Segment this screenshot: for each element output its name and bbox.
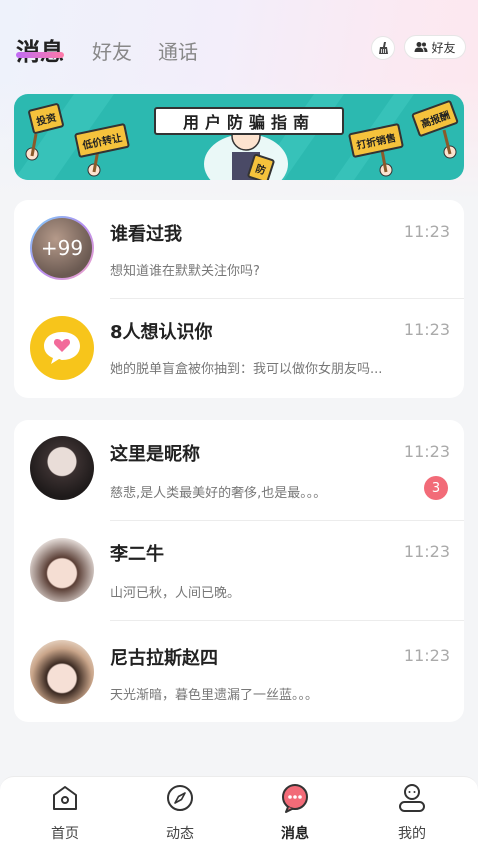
chat-time: 11:23 [403, 542, 450, 561]
nav-profile[interactable]: 我的 [372, 783, 452, 845]
friends-button[interactable]: 好友 [404, 35, 466, 59]
users-icon [414, 42, 428, 52]
visitor-count: +99 [40, 236, 84, 260]
nav-label: 我的 [398, 826, 426, 842]
nav-home[interactable]: 首页 [25, 783, 105, 845]
list-item-visitors[interactable]: +99 谁看过我 想知道谁在默默关注你吗? 11:23 [14, 200, 464, 300]
list-item-matches[interactable]: 8人想认识你 她的脱单盲盒被你抽到：我可以做你女朋友吗... 11:23 [14, 298, 464, 398]
tab-calls[interactable]: 通话 [158, 36, 198, 65]
nav-label: 动态 [166, 826, 194, 842]
chat-list-card: 这里是昵称 慈悲,是人类最美好的奢侈,也是最。。。 11:23 3 李二牛 山河… [14, 420, 464, 722]
chat-name: 尼古拉斯赵四 [110, 648, 218, 669]
avatar [30, 436, 94, 500]
chat-item[interactable]: 尼古拉斯赵四 天光渐暗，暮色里遗漏了一丝蓝。。。 11:23 [14, 620, 464, 720]
row-subtitle: 想知道谁在默默关注你吗? [110, 264, 260, 279]
nav-messages[interactable]: 消息 [255, 783, 335, 845]
home-icon [53, 786, 77, 810]
banner-title: 用户防骗指南 [154, 107, 344, 135]
divider [110, 620, 464, 621]
bottom-nav: 首页 动态 消息 我的 [0, 776, 478, 850]
clear-messages-button[interactable] [371, 36, 395, 60]
chat-message: 山河已秋，人间已晚。 [110, 586, 241, 601]
row-subtitle: 她的脱单盲盒被你抽到：我可以做你女朋友吗... [110, 362, 383, 377]
anti-fraud-banner[interactable]: 用户防骗指南 投资 低价转让 打折销售 高报酬 防 [14, 94, 464, 180]
nav-label: 首页 [51, 826, 79, 842]
row-time: 11:23 [403, 320, 450, 339]
chat-time: 11:23 [403, 646, 450, 665]
divider [110, 298, 464, 299]
row-title: 8人想认识你 [110, 322, 213, 343]
tab-friends[interactable]: 好友 [92, 36, 132, 65]
avatar [30, 538, 94, 602]
row-title: 谁看过我 [110, 224, 182, 245]
nav-label: 消息 [281, 826, 309, 842]
system-messages-card: +99 谁看过我 想知道谁在默默关注你吗? 11:23 8人想认识你 她的脱单盲… [14, 200, 464, 398]
broom-icon [379, 42, 388, 54]
row-time: 11:23 [403, 222, 450, 241]
avatar: +99 [30, 216, 94, 280]
divider [110, 520, 464, 521]
chat-name: 李二牛 [110, 544, 164, 565]
unread-badge: 3 [424, 476, 448, 500]
chat-name: 这里是昵称 [110, 444, 200, 465]
chat-item[interactable]: 这里是昵称 慈悲,是人类最美好的奢侈,也是最。。。 11:23 3 [14, 420, 464, 520]
chat-item[interactable]: 李二牛 山河已秋，人间已晚。 11:23 [14, 520, 464, 620]
chat-message: 慈悲,是人类最美好的奢侈,也是最。。。 [110, 486, 327, 501]
profile-icon [399, 784, 425, 812]
friends-button-label: 好友 [431, 40, 456, 55]
avatar [30, 316, 94, 380]
tab-messages[interactable]: 消息 [16, 32, 64, 67]
chat-message: 天光渐暗，暮色里遗漏了一丝蓝。。。 [110, 688, 319, 703]
avatar [30, 640, 94, 704]
active-tab-indicator [16, 52, 64, 58]
heart-chat-icon [44, 332, 80, 364]
compass-icon [167, 785, 193, 811]
chat-time: 11:23 [403, 442, 450, 461]
message-icon [282, 784, 308, 813]
nav-moments[interactable]: 动态 [140, 783, 220, 845]
